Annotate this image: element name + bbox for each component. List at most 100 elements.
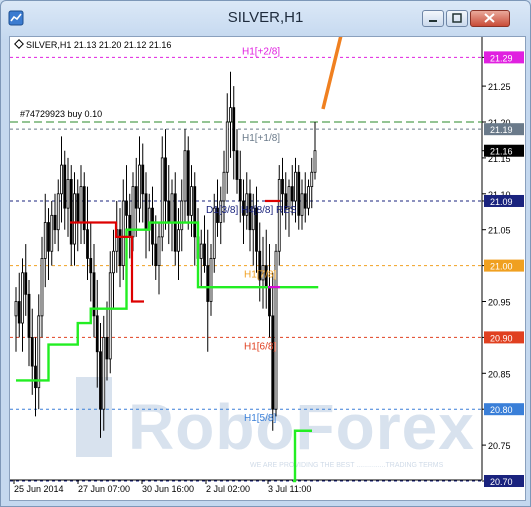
candle-body [238,179,242,202]
level-label: H1[6/8] [244,341,276,352]
candle-body [235,150,239,180]
candle-body [40,258,44,317]
y-tick-label: 20.75 [488,441,511,451]
candle-body [24,272,28,295]
last-price-label: 21.16 [490,147,513,157]
candle-body [95,315,99,353]
level-badge-label: 20.80 [490,405,513,415]
x-tick-label: 30 Jun 16:00 [142,484,194,494]
minimize-button[interactable] [422,10,444,27]
level-label: H1[+2/8] [242,46,280,57]
level-badge-label: 21.09 [490,197,513,207]
candle-body [30,336,34,367]
trade-label: #74729923 buy 0.10 [20,109,102,119]
candle-body [206,265,210,302]
level-badge-label: 20.90 [490,333,513,343]
candle-body [177,229,180,252]
x-tick-label: 27 Jun 07:00 [78,484,130,494]
candle-body [151,207,154,245]
candle-body [193,186,197,238]
candle-body [43,222,47,259]
candle-body [167,200,171,223]
candle-body [50,214,54,252]
watermark-logo [76,377,112,457]
candle-body [186,150,190,216]
candle-body [225,121,229,173]
level-badge-label: 20.70 [490,477,513,487]
candle-body [53,214,57,231]
candle-body [138,164,141,209]
candle-body [229,107,232,123]
candle-body [310,171,314,188]
level-badge-label: 21.19 [490,125,513,135]
level-label: H1[+1/8] [242,133,280,144]
candle-body [102,336,106,410]
candle-body [294,171,297,202]
price-chart[interactable]: RoboForexWE ARE PROVIDING THE BEST .....… [10,7,525,500]
level-label: H1[5/8] [244,413,276,424]
candle-body [199,243,203,259]
y-tick-label: 20.85 [488,369,511,379]
candle-body [73,193,76,245]
watermark-brand: RoboForex [128,391,475,463]
level-label: D1[3/8] H4[8/8] RES [206,205,297,216]
candle-body [69,179,73,245]
candle-body [112,250,115,274]
chart-area[interactable]: RoboForex WE ARE PROVIDING THE BEST .....… [9,7,526,501]
candle-body [183,150,187,202]
candle-body [34,365,37,389]
candle-body [203,243,206,266]
level-label: H1[7/8] [244,270,276,281]
candle-body [47,222,50,252]
candle-body [232,107,236,152]
candle-body [307,186,310,209]
level-badge-label: 21.29 [490,53,513,63]
candle-body [76,193,80,223]
candle-body [160,157,164,238]
symbol-header: SILVER,H1 21.13 21.20 21.12 21.16 [26,40,171,50]
y-tick-label: 21.05 [488,226,511,236]
candle-body [108,272,112,360]
candle-body [157,236,161,267]
candle-body [303,193,307,209]
candle-body [121,200,125,266]
candle-body [154,243,158,266]
candle-body [180,200,184,231]
candle-body [268,286,271,317]
candle-body [60,164,63,195]
close-icon [484,13,495,23]
candle-body [222,171,226,202]
candle-body [141,164,145,195]
y-tick-label: 20.95 [488,298,511,308]
candle-body [209,258,213,302]
candle-body [14,301,18,317]
close-button[interactable] [470,10,510,27]
x-tick-label: 2 Jul 02:00 [206,484,250,494]
level-badge-label: 21.00 [490,262,513,272]
candle-body [27,293,31,338]
maximize-button[interactable] [446,10,468,27]
maximize-icon [452,13,462,23]
candle-body [86,229,89,259]
candle-body [297,171,301,216]
candle-body [290,186,294,202]
candle-body [164,157,167,202]
chart-window: SILVER,H1 RoboForex WE ARE PROVIDING THE … [0,0,531,507]
candle-body [281,179,284,195]
candle-body [21,272,24,324]
candle-body [134,186,138,209]
y-tick-label: 21.25 [488,82,511,92]
candle-body [170,193,174,223]
candle-body [17,301,21,324]
candle-body [118,229,122,266]
x-tick-label: 25 Jun 2014 [14,484,64,494]
candle-body [56,193,60,231]
x-tick-label: 3 Jul 11:00 [268,484,311,494]
candle-body [105,336,109,360]
candle-body [190,186,193,216]
watermark-tagline: WE ARE PROVIDING THE BEST ..............… [250,462,444,469]
candle-body [313,150,317,173]
candle-body [300,193,304,216]
candle-body [128,214,132,238]
candle-body [99,351,102,410]
